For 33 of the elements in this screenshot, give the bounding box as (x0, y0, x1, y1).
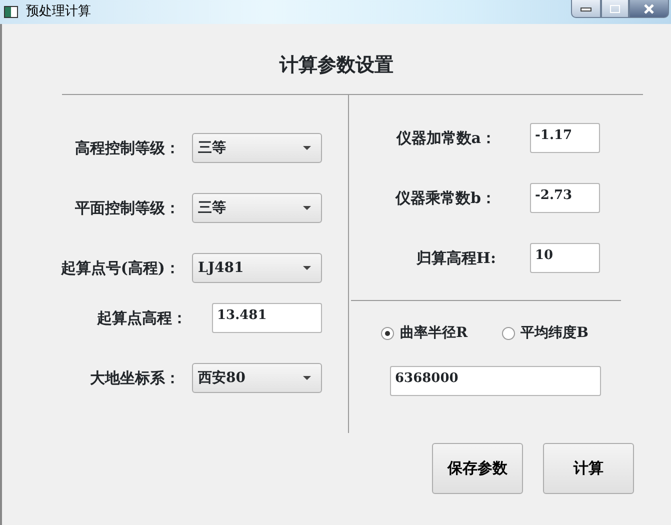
input-field[interactable]: -1.17 (530, 123, 600, 153)
close-icon[interactable] (629, 0, 669, 18)
radio-option[interactable]: 平均纬度B (502, 323, 588, 344)
caret-icon (303, 266, 311, 270)
radio-icon[interactable] (381, 327, 394, 340)
radio-option[interactable]: 曲率半径R (381, 323, 468, 344)
dropdown[interactable]: 西安80 (192, 363, 322, 393)
field-label: 平面控制等级： (74, 198, 180, 219)
maximize-icon[interactable] (601, 0, 629, 18)
push-button[interactable]: 保存参数 (432, 443, 523, 494)
field-label: 起算点号(高程)： (60, 258, 180, 279)
caret-icon (303, 146, 311, 150)
input-field[interactable]: 6368000 (390, 366, 601, 396)
input-field[interactable]: 13.481 (212, 303, 322, 333)
radio-icon[interactable] (502, 327, 515, 340)
field-label: 仪器加常数a： (395, 128, 496, 149)
dropdown[interactable]: 三等 (192, 133, 322, 163)
field-label: 高程控制等级： (74, 138, 180, 159)
dropdown[interactable]: LJ481 (192, 253, 322, 283)
field-label: 归算高程H: (415, 248, 496, 269)
window-title: 预处理计算 (26, 3, 91, 21)
field-label: 仪器乘常数b： (394, 188, 496, 209)
field-label: 大地坐标系： (89, 368, 180, 389)
push-button[interactable]: 计算 (543, 443, 634, 494)
input-field[interactable]: -2.73 (530, 183, 600, 213)
caret-icon (303, 376, 311, 380)
field-label: 起算点高程： (96, 308, 187, 329)
caret-icon (303, 206, 311, 210)
minimize-icon[interactable] (571, 0, 601, 18)
dropdown[interactable]: 三等 (192, 193, 322, 223)
app-icon (4, 6, 18, 18)
input-field[interactable]: 10 (530, 243, 600, 273)
heading: 计算参数设置 (278, 53, 394, 78)
